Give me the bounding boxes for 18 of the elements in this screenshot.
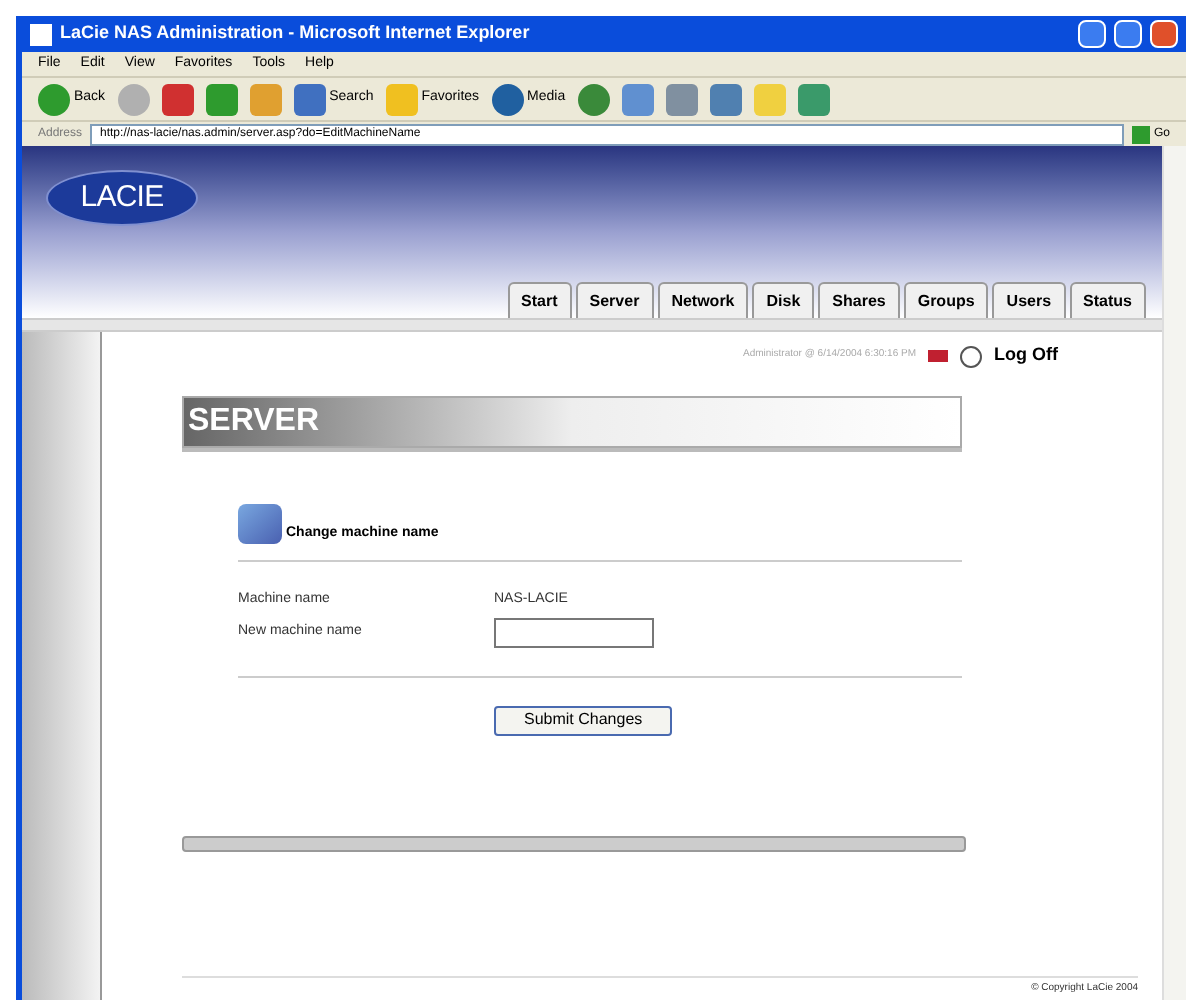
input-field[interactable] <box>494 617 654 647</box>
section-title: SERVER <box>188 402 320 442</box>
scrollbar[interactable] <box>1162 146 1186 1000</box>
logo: LACIE <box>46 170 198 226</box>
minimize-button[interactable] <box>1078 20 1106 48</box>
nav-tab[interactable]: Start <box>507 282 572 318</box>
maximize-button[interactable] <box>1114 20 1142 48</box>
nav-tab[interactable]: Users <box>992 282 1066 318</box>
nav-tab[interactable]: Network <box>657 282 749 318</box>
window-title: LaCie NAS Administration - Microsoft Internet Explorer <box>60 20 532 47</box>
close-button[interactable] <box>1150 20 1178 48</box>
nav-tab[interactable]: Groups <box>903 282 989 318</box>
nav-tab[interactable]: Status <box>1069 282 1146 318</box>
nav-tab[interactable]: Server <box>575 282 654 318</box>
log-off-link[interactable]: Log Off <box>994 342 1058 370</box>
nav-tab[interactable]: Disk <box>752 282 815 318</box>
submit-button[interactable]: Submit Changes <box>494 705 673 735</box>
nav-tab[interactable]: Shares <box>818 282 900 318</box>
